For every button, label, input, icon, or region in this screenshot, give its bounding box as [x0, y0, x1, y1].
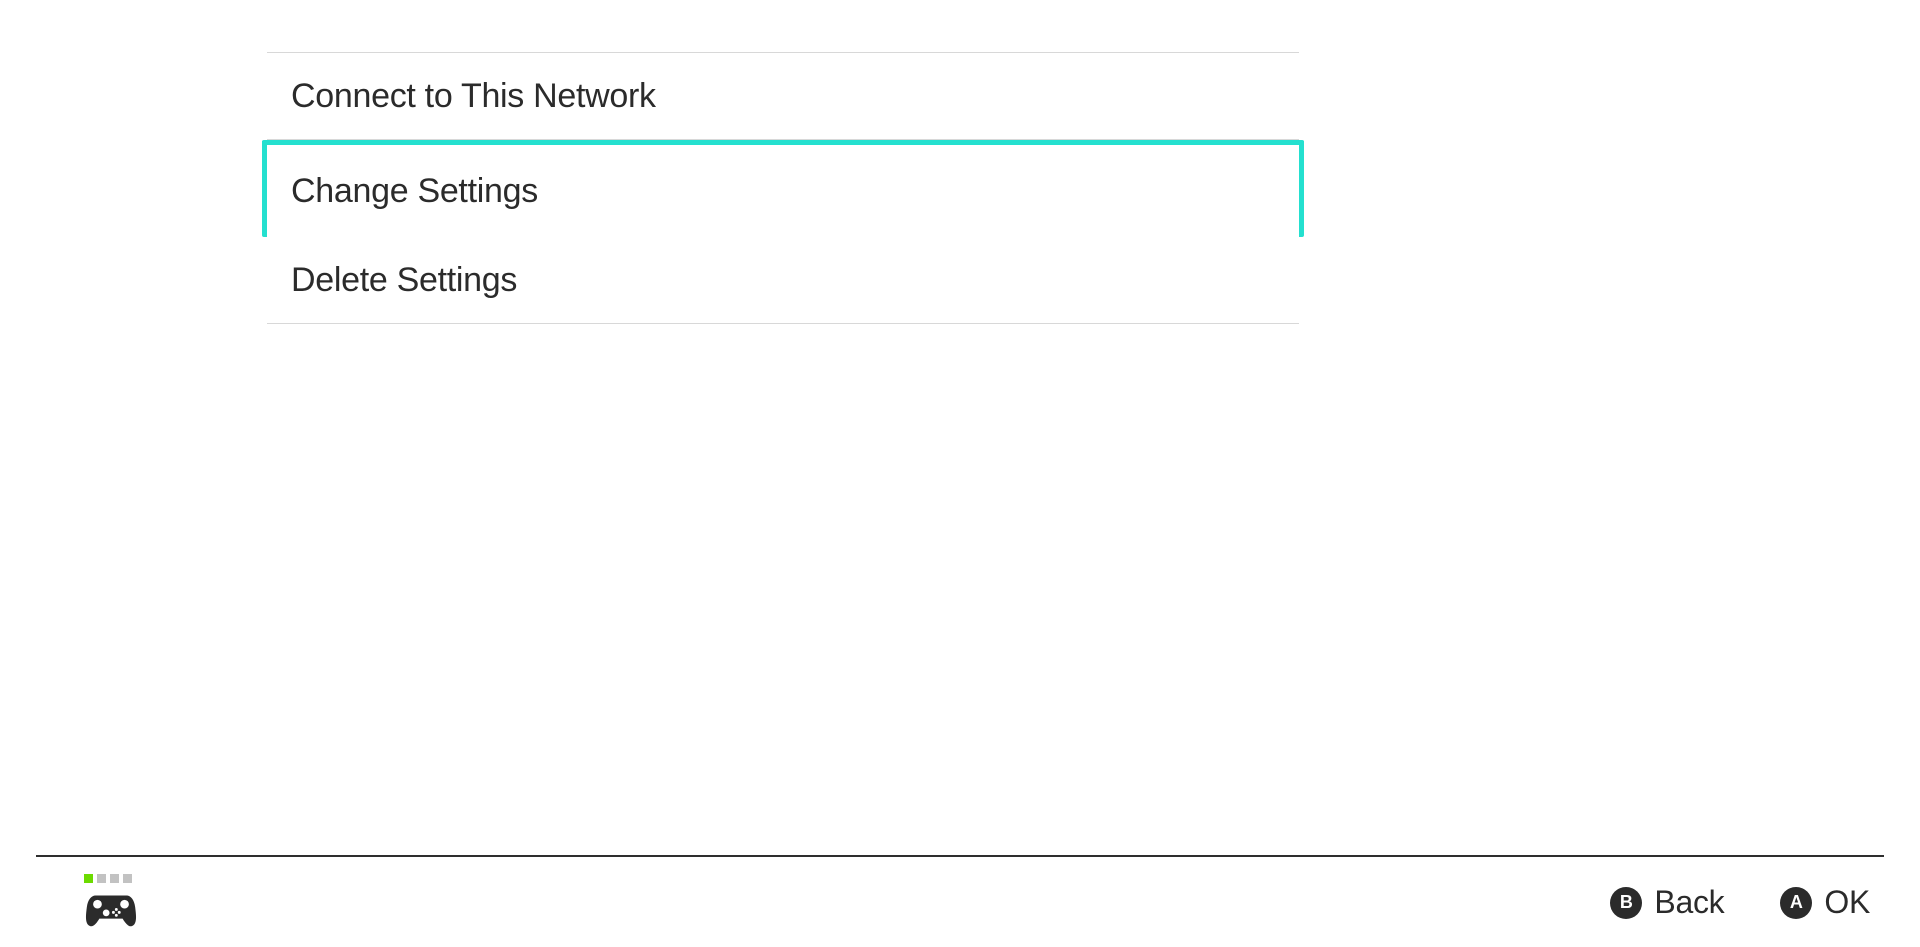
a-button-icon: A [1780, 887, 1812, 919]
hint-back[interactable]: B Back [1610, 884, 1724, 921]
b-button-icon: B [1610, 887, 1642, 919]
player-indicators [84, 874, 132, 883]
network-menu: Connect to This Network Change Settings … [267, 52, 1299, 324]
player-dot-3 [110, 874, 119, 883]
footer-divider [36, 855, 1884, 857]
player-dot-2 [97, 874, 106, 883]
hint-label: Back [1654, 884, 1724, 921]
menu-item-label: Connect to This Network [291, 77, 656, 116]
menu-item-delete-settings[interactable]: Delete Settings [267, 237, 1299, 324]
player-dot-1 [84, 874, 93, 883]
menu-item-label: Delete Settings [291, 261, 517, 300]
hint-label: OK [1824, 884, 1870, 921]
hint-ok[interactable]: A OK [1780, 884, 1870, 921]
menu-item-change-settings[interactable]: Change Settings [262, 140, 1304, 237]
menu-item-connect-network[interactable]: Connect to This Network [267, 53, 1299, 140]
controller-icon [82, 889, 140, 929]
controller-status [82, 874, 140, 929]
player-dot-4 [123, 874, 132, 883]
menu-item-label: Change Settings [291, 172, 538, 211]
footer-actions: B Back A OK [1610, 884, 1870, 921]
